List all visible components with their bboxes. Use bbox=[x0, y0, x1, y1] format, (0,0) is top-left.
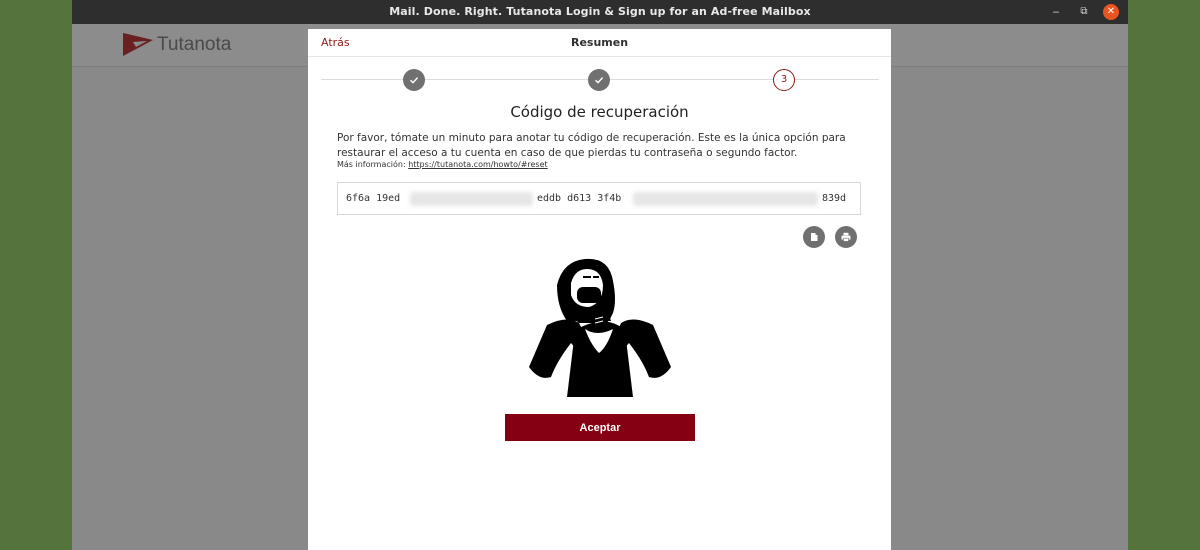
more-info: Más información: https://tutanota.com/ho… bbox=[337, 160, 548, 169]
maximize-button[interactable]: ⧉ bbox=[1076, 4, 1092, 20]
close-button[interactable]: ✕ bbox=[1103, 4, 1119, 20]
more-info-link[interactable]: https://tutanota.com/howto/#reset bbox=[408, 160, 547, 169]
secret-woman-illustration bbox=[529, 258, 671, 397]
app-window: Mail. Done. Right. Tutanota Login & Sign… bbox=[72, 0, 1128, 550]
code-redacted-1 bbox=[410, 192, 533, 206]
recovery-description: Por favor, tómate un minuto para anotar … bbox=[337, 132, 846, 159]
recovery-code-dialog: Atrás Resumen 3 Código de recuperación P… bbox=[308, 29, 891, 550]
desktop-background-right bbox=[1128, 0, 1200, 550]
step-3-current: 3 bbox=[773, 69, 795, 91]
window-title: Mail. Done. Right. Tutanota Login & Sign… bbox=[389, 5, 811, 18]
minimize-button[interactable]: ‒ bbox=[1048, 4, 1064, 20]
window-titlebar: Mail. Done. Right. Tutanota Login & Sign… bbox=[72, 0, 1128, 24]
print-button[interactable] bbox=[835, 226, 857, 248]
copy-icon bbox=[811, 233, 818, 241]
logo-text: Tutanota bbox=[157, 34, 232, 55]
code-part-1: 6f6a 19ed bbox=[346, 193, 401, 204]
checkmark-icon bbox=[595, 77, 604, 84]
step-1-done bbox=[403, 69, 425, 91]
dialog-title: Resumen bbox=[570, 36, 629, 49]
step-2-done bbox=[588, 69, 610, 91]
checkmark-icon bbox=[410, 77, 419, 84]
more-info-label: Más información: bbox=[337, 160, 406, 169]
print-icon bbox=[841, 232, 851, 242]
desktop-background-left bbox=[0, 0, 72, 550]
code-part-2: eddb d613 3f4b bbox=[537, 193, 622, 204]
code-part-3: 839d bbox=[822, 193, 847, 204]
recovery-code-heading: Código de recuperación bbox=[510, 103, 689, 121]
tutanota-logo-icon bbox=[123, 33, 153, 56]
copy-button[interactable] bbox=[803, 226, 825, 248]
code-redacted-2 bbox=[633, 192, 818, 206]
recovery-code-field[interactable]: 6f6a 19ed eddb d613 3f4b 839d bbox=[337, 182, 861, 215]
accept-button[interactable]: Aceptar bbox=[505, 414, 695, 441]
dialog-header: Atrás Resumen bbox=[308, 29, 891, 57]
